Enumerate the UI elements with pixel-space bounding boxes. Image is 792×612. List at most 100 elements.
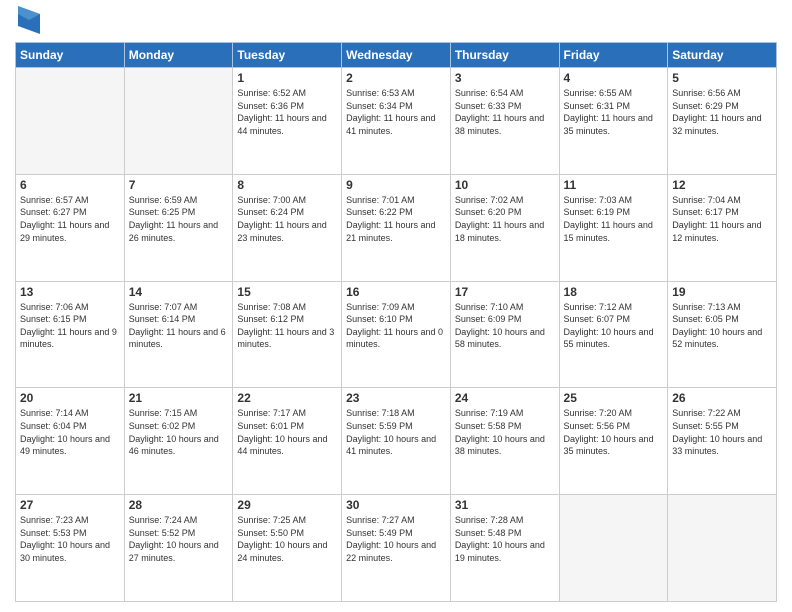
day-number: 7 [129,178,229,192]
calendar-week-row: 6Sunrise: 6:57 AM Sunset: 6:27 PM Daylig… [16,174,777,281]
table-row: 29 Sunrise: 7:25 AM Sunset: 5:50 PM Dayli… [233,495,342,602]
calendar-week-row: 1Sunrise: 6:52 AM Sunset: 6:36 PM Daylig… [16,68,777,175]
table-row [668,495,777,602]
day-number: 10 [455,178,555,192]
table-row: 3 Sunrise: 6:54 AM Sunset: 6:33 PM Daylig… [450,68,559,175]
day-info: Sunrise: 7:23 AM Sunset: 5:53 PM Dayligh… [20,514,120,564]
table-row: 20 Sunrise: 7:14 AM Sunset: 6:04 PM Dayli… [16,388,125,495]
day-number: 31 [455,498,555,512]
day-info: Sunrise: 6:56 AM Sunset: 6:29 PM Dayligh… [672,87,772,137]
day-info: Sunrise: 7:08 AM Sunset: 6:12 PM Dayligh… [237,301,337,351]
table-row: 31 Sunrise: 7:28 AM Sunset: 5:48 PM Dayli… [450,495,559,602]
day-info: Sunrise: 7:17 AM Sunset: 6:01 PM Dayligh… [237,407,337,457]
table-row: 23 Sunrise: 7:18 AM Sunset: 5:59 PM Dayli… [342,388,451,495]
day-info: Sunrise: 7:14 AM Sunset: 6:04 PM Dayligh… [20,407,120,457]
calendar-header-row: Sunday Monday Tuesday Wednesday Thursday… [16,43,777,68]
table-row [559,495,668,602]
table-row: 7 Sunrise: 6:59 AM Sunset: 6:25 PM Daylig… [124,174,233,281]
table-row: 24 Sunrise: 7:19 AM Sunset: 5:58 PM Dayli… [450,388,559,495]
table-row: 18 Sunrise: 7:12 AM Sunset: 6:07 PM Dayli… [559,281,668,388]
day-info: Sunrise: 7:13 AM Sunset: 6:05 PM Dayligh… [672,301,772,351]
day-info: Sunrise: 6:55 AM Sunset: 6:31 PM Dayligh… [564,87,664,137]
col-wednesday: Wednesday [342,43,451,68]
day-number: 5 [672,71,772,85]
table-row: 4 Sunrise: 6:55 AM Sunset: 6:31 PM Daylig… [559,68,668,175]
day-info: Sunrise: 7:28 AM Sunset: 5:48 PM Dayligh… [455,514,555,564]
day-number: 8 [237,178,337,192]
table-row: 26 Sunrise: 7:22 AM Sunset: 5:55 PM Dayli… [668,388,777,495]
day-info: Sunrise: 7:22 AM Sunset: 5:55 PM Dayligh… [672,407,772,457]
day-number: 29 [237,498,337,512]
day-info: Sunrise: 6:54 AM Sunset: 6:33 PM Dayligh… [455,87,555,137]
table-row [16,68,125,175]
calendar-week-row: 20 Sunrise: 7:14 AM Sunset: 6:04 PM Dayli… [16,388,777,495]
day-number: 19 [672,285,772,299]
table-row: 11 Sunrise: 7:03 AM Sunset: 6:19 PM Dayli… [559,174,668,281]
calendar-week-row: 13 Sunrise: 7:06 AM Sunset: 6:15 PM Dayli… [16,281,777,388]
day-number: 24 [455,391,555,405]
day-info: Sunrise: 7:25 AM Sunset: 5:50 PM Dayligh… [237,514,337,564]
day-number: 28 [129,498,229,512]
table-row: 9 Sunrise: 7:01 AM Sunset: 6:22 PM Daylig… [342,174,451,281]
table-row: 1Sunrise: 6:52 AM Sunset: 6:36 PM Daylig… [233,68,342,175]
day-info: Sunrise: 7:18 AM Sunset: 5:59 PM Dayligh… [346,407,446,457]
day-number: 30 [346,498,446,512]
day-info: Sunrise: 6:52 AM Sunset: 6:36 PM Dayligh… [237,87,337,137]
day-info: Sunrise: 7:09 AM Sunset: 6:10 PM Dayligh… [346,301,446,351]
day-info: Sunrise: 7:20 AM Sunset: 5:56 PM Dayligh… [564,407,664,457]
day-number: 25 [564,391,664,405]
logo-icon [18,6,40,34]
col-tuesday: Tuesday [233,43,342,68]
header [15,10,777,34]
col-thursday: Thursday [450,43,559,68]
day-number: 3 [455,71,555,85]
day-number: 22 [237,391,337,405]
day-number: 20 [20,391,120,405]
table-row [124,68,233,175]
day-info: Sunrise: 6:59 AM Sunset: 6:25 PM Dayligh… [129,194,229,244]
day-info: Sunrise: 7:04 AM Sunset: 6:17 PM Dayligh… [672,194,772,244]
table-row: 22 Sunrise: 7:17 AM Sunset: 6:01 PM Dayli… [233,388,342,495]
table-row: 17Sunrise: 7:10 AM Sunset: 6:09 PM Dayli… [450,281,559,388]
table-row: 6Sunrise: 6:57 AM Sunset: 6:27 PM Daylig… [16,174,125,281]
day-info: Sunrise: 7:07 AM Sunset: 6:14 PM Dayligh… [129,301,229,351]
calendar-table: Sunday Monday Tuesday Wednesday Thursday… [15,42,777,602]
day-number: 17 [455,285,555,299]
day-number: 12 [672,178,772,192]
day-number: 2 [346,71,446,85]
day-number: 13 [20,285,120,299]
table-row: 8 Sunrise: 7:00 AM Sunset: 6:24 PM Daylig… [233,174,342,281]
day-number: 11 [564,178,664,192]
day-number: 9 [346,178,446,192]
day-info: Sunrise: 7:02 AM Sunset: 6:20 PM Dayligh… [455,194,555,244]
calendar-page: Sunday Monday Tuesday Wednesday Thursday… [0,0,792,612]
table-row: 2Sunrise: 6:53 AM Sunset: 6:34 PM Daylig… [342,68,451,175]
col-saturday: Saturday [668,43,777,68]
day-number: 18 [564,285,664,299]
logo [15,10,40,34]
table-row: 15Sunrise: 7:08 AM Sunset: 6:12 PM Dayli… [233,281,342,388]
day-info: Sunrise: 7:24 AM Sunset: 5:52 PM Dayligh… [129,514,229,564]
day-info: Sunrise: 7:03 AM Sunset: 6:19 PM Dayligh… [564,194,664,244]
table-row: 12 Sunrise: 7:04 AM Sunset: 6:17 PM Dayli… [668,174,777,281]
day-info: Sunrise: 7:15 AM Sunset: 6:02 PM Dayligh… [129,407,229,457]
table-row: 14 Sunrise: 7:07 AM Sunset: 6:14 PM Dayli… [124,281,233,388]
col-friday: Friday [559,43,668,68]
day-info: Sunrise: 7:12 AM Sunset: 6:07 PM Dayligh… [564,301,664,351]
day-number: 23 [346,391,446,405]
day-number: 16 [346,285,446,299]
day-number: 14 [129,285,229,299]
table-row: 27 Sunrise: 7:23 AM Sunset: 5:53 PM Dayli… [16,495,125,602]
table-row: 21 Sunrise: 7:15 AM Sunset: 6:02 PM Dayli… [124,388,233,495]
day-number: 27 [20,498,120,512]
day-number: 6 [20,178,120,192]
day-info: Sunrise: 7:19 AM Sunset: 5:58 PM Dayligh… [455,407,555,457]
day-info: Sunrise: 7:01 AM Sunset: 6:22 PM Dayligh… [346,194,446,244]
col-sunday: Sunday [16,43,125,68]
day-number: 4 [564,71,664,85]
day-info: Sunrise: 7:06 AM Sunset: 6:15 PM Dayligh… [20,301,120,351]
day-info: Sunrise: 7:00 AM Sunset: 6:24 PM Dayligh… [237,194,337,244]
day-number: 21 [129,391,229,405]
table-row: 30Sunrise: 7:27 AM Sunset: 5:49 PM Dayli… [342,495,451,602]
day-number: 26 [672,391,772,405]
